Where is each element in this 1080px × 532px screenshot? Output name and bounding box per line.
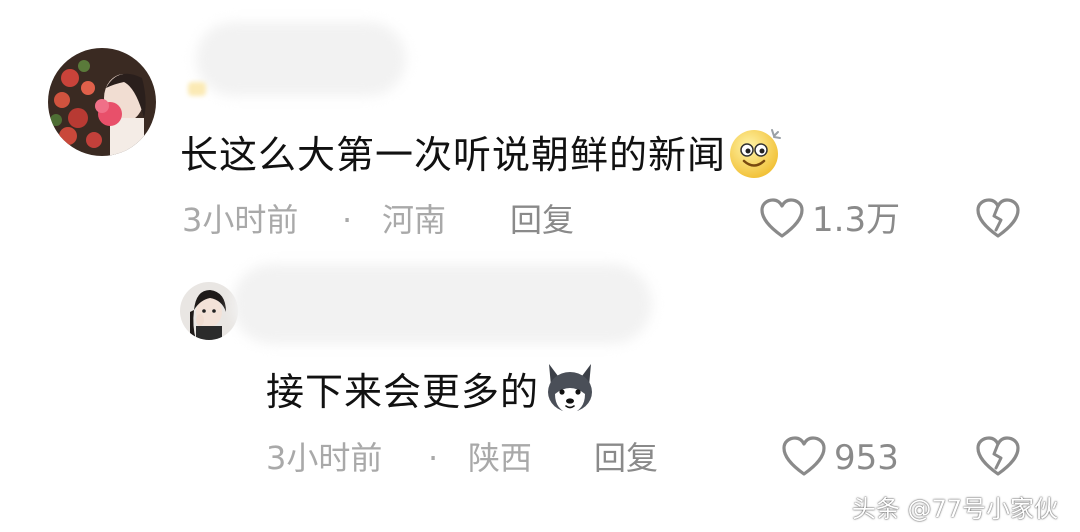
- username-redacted: [232, 264, 652, 344]
- commenter-avatar[interactable]: [48, 48, 156, 156]
- heart-outline-icon: [758, 196, 806, 244]
- meta-separator: ·: [428, 439, 439, 477]
- comment-time: 3小时前: [182, 201, 299, 239]
- username-redacted-tail: [188, 82, 206, 96]
- comment-body: 长这么大第一次听说朝鲜的新闻: [180, 133, 727, 177]
- reply-button[interactable]: 回复: [594, 438, 658, 478]
- broken-heart-icon: [976, 198, 1020, 238]
- like-button[interactable]: 953: [780, 434, 899, 482]
- husky-dog-emoji-icon: [541, 360, 599, 429]
- reply-text: 接下来会更多的: [266, 360, 599, 429]
- username-redacted: [196, 22, 406, 96]
- dislike-button[interactable]: [974, 196, 1022, 244]
- like-button[interactable]: 1.3万: [758, 196, 900, 244]
- reply-time: 3小时前: [266, 439, 383, 477]
- replier-avatar[interactable]: [180, 282, 238, 340]
- broken-heart-icon: [976, 436, 1020, 476]
- comment-text: 长这么大第一次听说朝鲜的新闻: [180, 124, 784, 191]
- heart-outline-icon: [780, 434, 828, 482]
- source-watermark: 头条 @77号小家伙: [851, 495, 1058, 523]
- like-count: 1.3万: [812, 200, 901, 240]
- reply-button[interactable]: 回复: [510, 200, 574, 240]
- reply-location: 陕西: [468, 439, 533, 477]
- meta-separator: ·: [342, 201, 353, 239]
- like-count: 953: [834, 438, 899, 478]
- reply-body: 接下来会更多的: [266, 370, 540, 414]
- smiling-face-emoji-icon: [728, 124, 784, 191]
- dislike-button[interactable]: [974, 434, 1022, 482]
- comment-location: 河南: [382, 201, 447, 239]
